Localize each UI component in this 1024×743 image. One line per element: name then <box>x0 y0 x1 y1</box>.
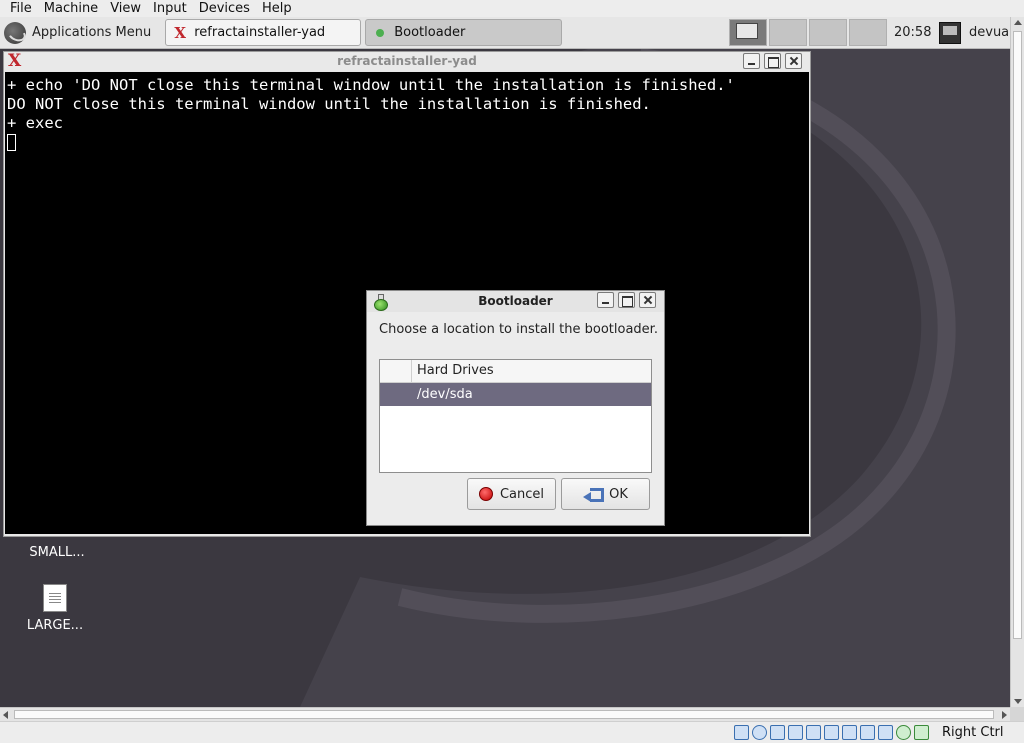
display-icon[interactable] <box>842 725 857 740</box>
vertical-scrollbar-thumb[interactable] <box>1013 31 1022 639</box>
cancel-button-label: Cancel <box>499 486 545 502</box>
horizontal-scrollbar-thumb[interactable] <box>14 710 994 719</box>
maximize-button[interactable] <box>764 53 781 69</box>
applications-menu-button[interactable]: Applications Menu <box>0 17 161 49</box>
list-item-label: /dev/sda <box>417 387 473 402</box>
workspace-2[interactable] <box>769 19 807 46</box>
terminal-cursor <box>7 134 16 151</box>
devuan-logo-icon <box>4 21 26 44</box>
ok-button[interactable]: OK <box>561 478 650 510</box>
menu-view[interactable]: View <box>104 0 147 17</box>
shared-folder-icon[interactable] <box>824 725 839 740</box>
cancel-button[interactable]: Cancel <box>467 478 556 510</box>
taskbar-item-label: Bootloader <box>394 25 466 40</box>
bootloader-dialog: Bootloader Choose a location to install … <box>366 290 665 526</box>
keyboard-capture-icon[interactable] <box>914 725 929 740</box>
list-item[interactable]: /dev/sda <box>380 383 651 406</box>
cpu-icon[interactable] <box>878 725 893 740</box>
menu-machine[interactable]: Machine <box>38 0 104 17</box>
terminal-line: + echo 'DO NOT close this terminal windo… <box>7 76 735 94</box>
xterm-icon: X <box>174 23 187 42</box>
usb-icon[interactable] <box>806 725 821 740</box>
panel-user-name[interactable]: devua <box>969 17 1009 49</box>
workspace-switcher <box>729 19 889 46</box>
vbox-statusbar: Right Ctrl <box>0 721 1024 743</box>
minimize-button[interactable] <box>597 292 614 308</box>
hard-disk-icon[interactable] <box>734 725 749 740</box>
desktop-icon-small[interactable]: SMALL... <box>22 545 92 560</box>
menu-file[interactable]: File <box>4 0 38 17</box>
document-icon <box>43 584 67 612</box>
terminal-title: refractainstaller-yad <box>337 54 477 68</box>
workspace-1[interactable] <box>729 19 767 46</box>
top-panel: Applications Menu X refractainstaller-ya… <box>0 17 1010 49</box>
terminal-titlebar[interactable]: X refractainstaller-yad <box>4 52 810 71</box>
network-icon[interactable] <box>939 22 961 44</box>
desktop-icon-label: LARGE... <box>26 618 84 633</box>
host-key-label: Right Ctrl <box>942 725 1004 740</box>
horizontal-scrollbar[interactable] <box>0 707 1010 721</box>
workspace-3[interactable] <box>809 19 847 46</box>
menu-input[interactable]: Input <box>147 0 193 17</box>
flask-icon <box>376 28 385 37</box>
minimize-button[interactable] <box>743 53 760 69</box>
optical-drive-icon[interactable] <box>752 725 767 740</box>
taskbar-item-label: refractainstaller-yad <box>194 25 326 40</box>
dialog-message: Choose a location to install the bootloa… <box>379 322 658 337</box>
list-header-hard-drives[interactable]: Hard Drives <box>412 360 494 382</box>
video-capture-icon[interactable] <box>860 725 875 740</box>
list-header: Hard Drives <box>380 360 651 383</box>
maximize-button[interactable] <box>618 292 635 308</box>
mouse-integration-icon[interactable] <box>896 725 911 740</box>
menu-devices[interactable]: Devices <box>193 0 256 17</box>
close-button[interactable] <box>639 292 656 308</box>
guest-desktop: Applications Menu X refractainstaller-ya… <box>0 17 1010 707</box>
taskbar-item-terminal[interactable]: X refractainstaller-yad <box>165 19 362 46</box>
dialog-titlebar[interactable]: Bootloader <box>367 291 664 312</box>
scroll-right-arrow-icon[interactable] <box>1002 711 1007 719</box>
vbox-menubar: File Machine View Input Devices Help <box>0 0 1024 17</box>
cancel-icon <box>478 487 493 501</box>
workspace-4[interactable] <box>849 19 887 46</box>
vertical-scrollbar[interactable] <box>1010 17 1024 707</box>
list-header-empty-column[interactable] <box>380 360 412 382</box>
menu-help[interactable]: Help <box>256 0 298 17</box>
panel-clock[interactable]: 20:58 <box>894 17 931 49</box>
desktop-icon-label: SMALL... <box>29 545 85 560</box>
ok-button-label: OK <box>609 486 628 502</box>
device-status-icons <box>734 725 932 740</box>
scroll-up-arrow-icon[interactable] <box>1014 20 1022 25</box>
scroll-left-arrow-icon[interactable] <box>3 711 8 719</box>
applications-menu-label: Applications Menu <box>32 25 152 40</box>
hard-drives-list[interactable]: Hard Drives /dev/sda <box>379 359 652 473</box>
audio-icon[interactable] <box>770 725 785 740</box>
desktop-icon-large[interactable]: LARGE... <box>20 584 90 633</box>
terminal-line: + exec <box>7 114 63 132</box>
scroll-down-arrow-icon[interactable] <box>1014 699 1022 704</box>
taskbar-item-bootloader[interactable]: Bootloader <box>365 19 563 46</box>
terminal-line: DO NOT close this terminal window until … <box>7 95 651 113</box>
network-adapter-icon[interactable] <box>788 725 803 740</box>
return-arrow-icon <box>583 487 605 502</box>
close-button[interactable] <box>785 53 802 69</box>
